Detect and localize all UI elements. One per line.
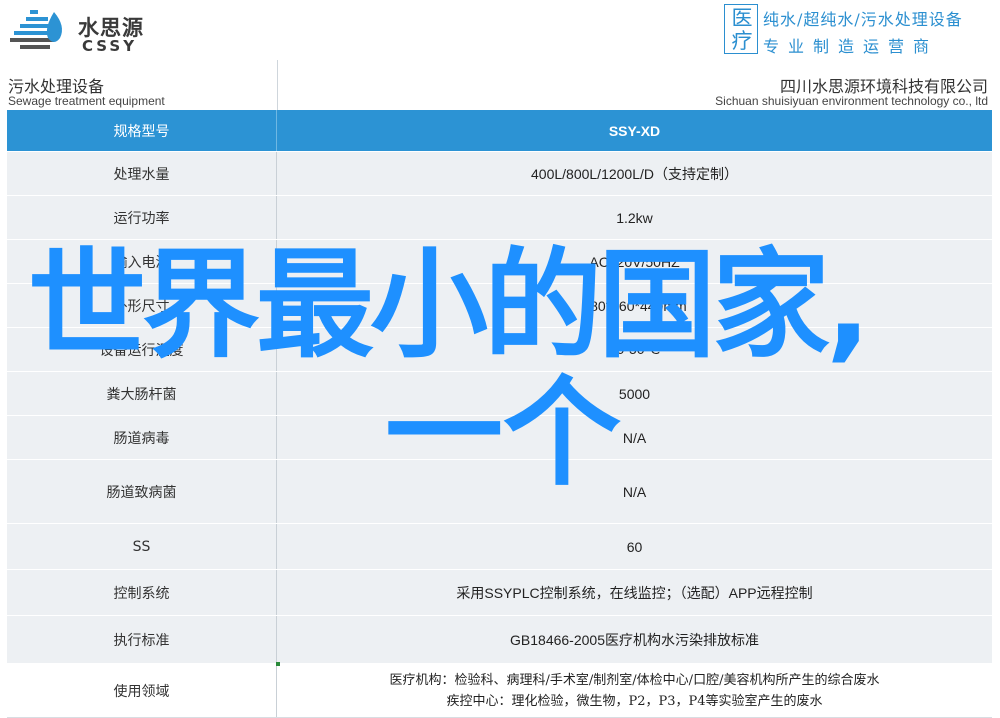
row-value: 10-50℃: [608, 341, 661, 357]
row-value: 采用SSYPLC控制系统，在线监控；（选配）APP远程控制: [456, 584, 813, 601]
corner-mark: [276, 662, 280, 666]
slogan-line-1: 纯水/超纯水/污水处理设备: [763, 10, 963, 29]
water-drop-lines-icon: [10, 10, 62, 49]
row-label: 设备运行温度: [7, 328, 277, 371]
row-label: 控制系统: [7, 570, 277, 615]
row-label: 肠道致病菌: [7, 460, 277, 523]
row-label: 粪大肠杆菌: [7, 372, 277, 415]
row-value: 400L/800L/1200L/D（支持定制）: [531, 165, 738, 182]
row-value: 680*460*440mm: [582, 297, 687, 314]
row-value: N/A: [622, 429, 647, 446]
table-row: 运行功率 1.2kw: [7, 196, 992, 240]
row-label: 运行功率: [7, 196, 277, 239]
table-row: 执行标准 GB18466-2005医疗机构水污染排放标准: [7, 616, 992, 664]
title-divider: [277, 60, 278, 110]
brand-logo: 水思源 CSSY: [8, 6, 188, 55]
table-row: 肠道致病菌 N/A: [7, 460, 992, 524]
row-value: 1.2kw: [616, 209, 653, 226]
table-row: 肠道病毒 N/A: [7, 416, 992, 460]
usage-line-1: 医疗机构：检验科、病理科/手术室/制剂室/体检中心/口腔/美容机构所产生的综合废…: [389, 672, 880, 688]
row-value: 60: [626, 538, 643, 555]
row-value: GB18466-2005医疗机构水污染排放标准: [510, 631, 759, 648]
table-row: 外形尺寸 680*460*440mm: [7, 284, 992, 328]
row-value-multiline: 医疗机构：检验科、病理科/手术室/制剂室/体检中心/口腔/美容机构所产生的综合废…: [277, 664, 992, 717]
row-label: 执行标准: [7, 616, 277, 663]
product-title-en: Sewage treatment equipment: [8, 94, 165, 108]
row-label: 使用领域: [7, 664, 277, 717]
header-value: SSY-XD: [608, 122, 661, 139]
badge-char-bottom: 疗: [731, 29, 753, 53]
table-row: 设备运行温度 10-50℃: [7, 328, 992, 372]
row-value: AC220V/50HZ: [589, 253, 680, 270]
table-row: 使用领域 医疗机构：检验科、病理科/手术室/制剂室/体检中心/口腔/美容机构所产…: [7, 664, 992, 718]
table-row: 粪大肠杆菌 5000: [7, 372, 992, 416]
table-row: SS 60: [7, 524, 992, 570]
table-row: 控制系统 采用SSYPLC控制系统，在线监控；（选配）APP远程控制: [7, 570, 992, 616]
table-header-row: 规格型号 SSY-XD: [7, 110, 992, 152]
slogan-line-2: 专业制造运营商: [763, 37, 939, 56]
company-name-en: Sichuan shuisiyuan environment technolog…: [715, 94, 988, 108]
medical-badge: 医 疗: [724, 4, 758, 54]
table-row: 处理水量 400L/800L/1200L/D（支持定制）: [7, 152, 992, 196]
row-value: N/A: [622, 483, 647, 500]
table-row: 输入电源 AC220V/50HZ: [7, 240, 992, 284]
row-value: 5000: [618, 385, 651, 402]
row-label: 肠道病毒: [7, 416, 277, 459]
row-label: SS: [7, 524, 277, 569]
row-label: 处理水量: [7, 152, 277, 195]
row-label: 输入电源: [7, 240, 277, 283]
row-label: 外形尺寸: [7, 284, 277, 327]
badge-char-top: 医: [731, 6, 753, 30]
usage-line-2: 疾控中心：理化检验，微生物，P2，P3，P4等实验室产生的废水: [446, 693, 823, 709]
header-label: 规格型号: [7, 110, 277, 151]
brand-name-en: CSSY: [82, 37, 138, 55]
